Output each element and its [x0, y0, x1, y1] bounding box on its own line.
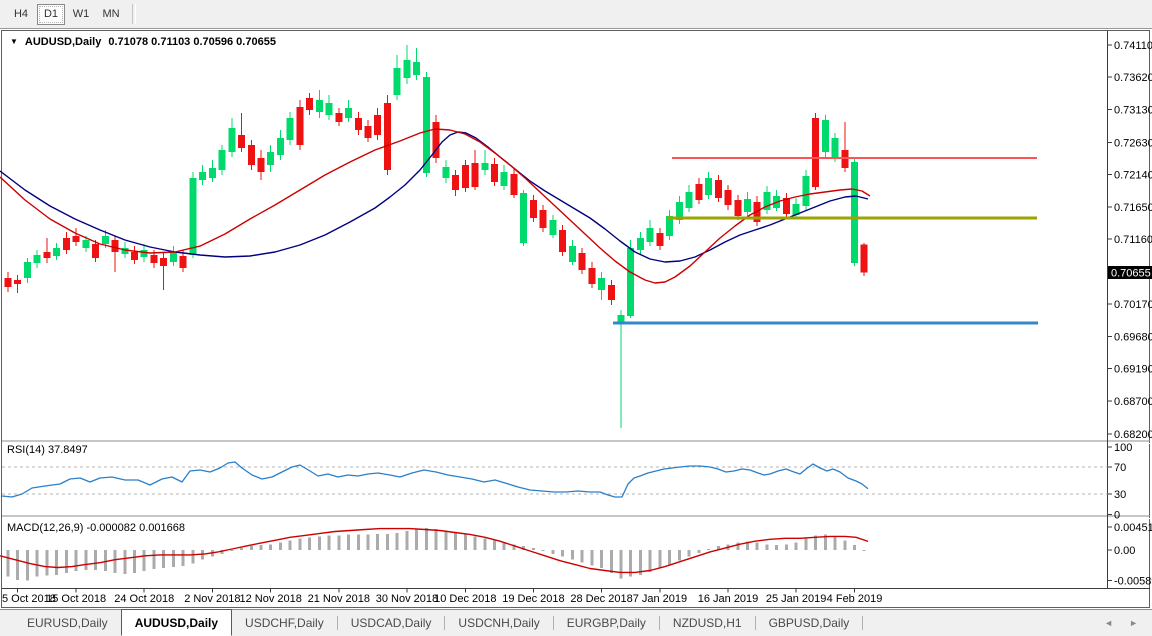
- svg-text:0.69190: 0.69190: [1114, 364, 1152, 376]
- svg-text:100: 100: [1114, 442, 1132, 454]
- tab-eurgbp-daily[interactable]: EURGBP,Daily: [554, 610, 659, 636]
- tab-scroll-left-icon[interactable]: ◄: [1104, 618, 1113, 628]
- chart-frame: [2, 31, 1151, 608]
- macd-axis: 0.004517 0.00 -0.005899: [1108, 522, 1152, 587]
- tab-scroll-right-icon[interactable]: ►: [1129, 618, 1138, 628]
- tab-scroll-arrows: ◄ ►: [1104, 610, 1152, 636]
- svg-text:0.00: 0.00: [1114, 545, 1135, 557]
- svg-text:28 Dec 2018: 28 Dec 2018: [570, 593, 632, 605]
- svg-text:0.70655: 0.70655: [1111, 267, 1151, 279]
- svg-text:25 Jan 2019: 25 Jan 2019: [766, 593, 827, 605]
- svg-text:0.72630: 0.72630: [1114, 137, 1152, 149]
- svg-text:30 Nov 2018: 30 Nov 2018: [376, 593, 438, 605]
- svg-text:0.72140: 0.72140: [1114, 170, 1152, 182]
- tab-usdchf-daily[interactable]: USDCHF,Daily: [232, 610, 337, 636]
- current-price-badge: 0.70655: [1108, 266, 1152, 280]
- svg-text:0.68700: 0.68700: [1114, 396, 1152, 408]
- macd-indicator-label: MACD(12,26,9) -0.000082 0.001668: [7, 522, 185, 534]
- svg-text:0.71650: 0.71650: [1114, 202, 1152, 214]
- svg-text:4 Feb 2019: 4 Feb 2019: [827, 593, 883, 605]
- hline-objects: [613, 158, 1038, 323]
- svg-text:16 Jan 2019: 16 Jan 2019: [698, 593, 759, 605]
- chart-header: ▼ AUDUSD,Daily 0.71078 0.71103 0.70596 0…: [10, 36, 276, 48]
- svg-text:0.73620: 0.73620: [1114, 72, 1152, 84]
- chart-ohlc-values: 0.71078 0.71103 0.70596 0.70655: [108, 36, 276, 48]
- mt4-window: { "toolbar": { "timeframes": [ {"label":…: [0, 0, 1152, 636]
- svg-text:24 Oct 2018: 24 Oct 2018: [114, 593, 174, 605]
- tab-usdcnh-daily[interactable]: USDCNH,Daily: [445, 610, 552, 636]
- chart-symbol-label: AUDUSD,Daily: [25, 36, 101, 48]
- svg-text:0.68200: 0.68200: [1114, 429, 1152, 441]
- tab-audusd-daily[interactable]: AUDUSD,Daily: [121, 609, 232, 636]
- macd-signal-line: [0, 529, 868, 573]
- tab-eurusd-daily[interactable]: EURUSD,Daily: [14, 610, 121, 636]
- svg-text:19 Dec 2018: 19 Dec 2018: [502, 593, 564, 605]
- collapse-icon[interactable]: ▼: [10, 38, 18, 46]
- rsi-indicator-label: RSI(14) 37.8497: [7, 444, 88, 456]
- svg-text:12 Nov 2018: 12 Nov 2018: [240, 593, 302, 605]
- tab-separator: [862, 616, 863, 630]
- rsi-axis: 100 70 30 0: [2, 442, 1132, 522]
- macd-histogram-layer: [7, 528, 866, 580]
- tab-nzdusd-h1[interactable]: NZDUSD,H1: [660, 610, 755, 636]
- svg-text:-0.005899: -0.005899: [1114, 575, 1152, 587]
- svg-text:0.004517: 0.004517: [1114, 522, 1152, 534]
- svg-text:15 Oct 2018: 15 Oct 2018: [46, 593, 106, 605]
- svg-text:0: 0: [1114, 509, 1120, 521]
- svg-text:30: 30: [1114, 489, 1126, 501]
- svg-text:0.74110: 0.74110: [1114, 40, 1152, 52]
- tab-gbpusd-daily[interactable]: GBPUSD,Daily: [756, 610, 863, 636]
- svg-text:0.69680: 0.69680: [1114, 331, 1152, 343]
- tab-usdcad-daily[interactable]: USDCAD,Daily: [338, 610, 445, 636]
- price-axis: 0.74110 0.73620 0.73130 0.72630 0.72140 0.716…: [1108, 40, 1152, 441]
- svg-text:0.71160: 0.71160: [1114, 234, 1152, 246]
- svg-text:2 Nov 2018: 2 Nov 2018: [184, 593, 240, 605]
- chart-canvas[interactable]: 0.74110 0.73620 0.73130 0.72630 0.72140 0.716…: [0, 0, 1152, 609]
- svg-text:10 Dec 2018: 10 Dec 2018: [434, 593, 496, 605]
- date-axis: 5 Oct 201815 Oct 201824 Oct 20182 Nov 20…: [2, 588, 882, 605]
- symbol-tab-bar: EURUSD,Daily AUDUSD,Daily USDCHF,Daily U…: [0, 609, 1152, 636]
- svg-text:7 Jan 2019: 7 Jan 2019: [633, 593, 687, 605]
- svg-text:0.70170: 0.70170: [1114, 299, 1152, 311]
- svg-text:0.73130: 0.73130: [1114, 104, 1152, 116]
- svg-text:21 Nov 2018: 21 Nov 2018: [308, 593, 370, 605]
- svg-text:70: 70: [1114, 462, 1126, 474]
